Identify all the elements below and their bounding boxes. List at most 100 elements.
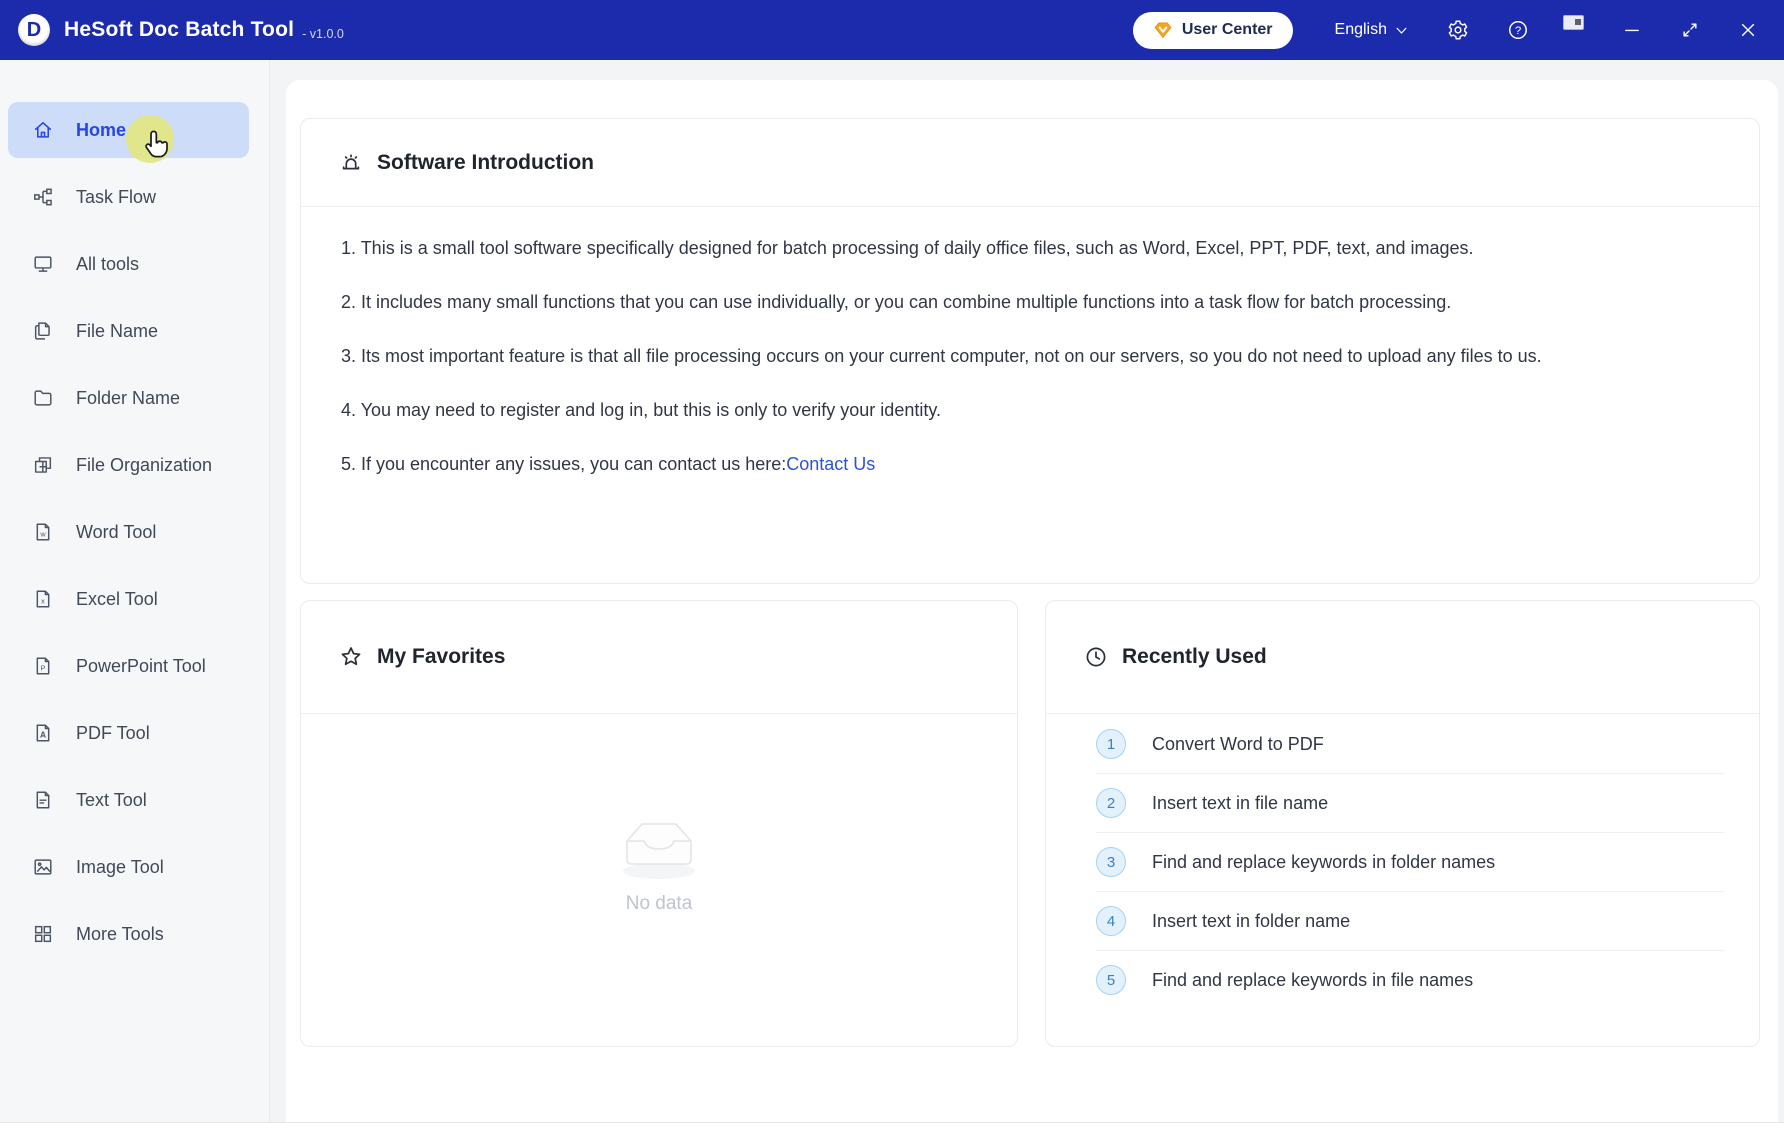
intro-paragraph: 4. You may need to register and log in, … bbox=[341, 395, 1719, 425]
sidebar-item-home[interactable]: Home bbox=[8, 102, 249, 158]
svg-text:P: P bbox=[41, 664, 46, 673]
recent-item-label: Insert text in file name bbox=[1152, 793, 1328, 814]
window-bottom-edge bbox=[0, 1122, 1784, 1131]
logo-letter: D bbox=[27, 19, 41, 42]
sidebar-item-label: Text Tool bbox=[76, 790, 147, 811]
svg-text:?: ? bbox=[1515, 25, 1521, 37]
recent-item-label: Insert text in folder name bbox=[1152, 911, 1350, 932]
sidebar-item-label: File Name bbox=[76, 321, 158, 342]
empty-box-icon bbox=[603, 807, 715, 885]
recent-item-label: Convert Word to PDF bbox=[1152, 734, 1324, 755]
svg-text:x: x bbox=[41, 597, 45, 606]
titlebar: D HeSoft Doc Batch Tool - v1.0.0 User Ce… bbox=[0, 0, 1784, 60]
software-introduction-body: 1. This is a small tool software specifi… bbox=[301, 207, 1759, 479]
all-tools-icon bbox=[32, 253, 54, 275]
sidebar-item-label: PDF Tool bbox=[76, 723, 150, 744]
app-logo-icon: D bbox=[18, 14, 50, 46]
no-data-text: No data bbox=[626, 893, 693, 915]
app-window: D HeSoft Doc Batch Tool - v1.0.0 User Ce… bbox=[0, 0, 1784, 1131]
settings-button[interactable] bbox=[1447, 19, 1469, 41]
my-favorites-header: My Favorites bbox=[301, 601, 1017, 714]
card-title: Recently Used bbox=[1122, 645, 1267, 669]
recent-item[interactable]: 1 Convert Word to PDF bbox=[1096, 715, 1725, 774]
sidebar-item-label: Image Tool bbox=[76, 857, 164, 878]
close-button[interactable] bbox=[1738, 20, 1758, 40]
image-tool-icon bbox=[32, 856, 54, 878]
help-button[interactable]: ? bbox=[1507, 19, 1529, 41]
clock-icon bbox=[1084, 645, 1108, 669]
card-title: My Favorites bbox=[377, 645, 505, 669]
powerpoint-tool-icon: P bbox=[32, 655, 54, 677]
folder-name-icon bbox=[32, 387, 54, 409]
software-introduction-card: Software Introduction 1. This is a small… bbox=[300, 118, 1760, 584]
sidebar-item-powerpoint-tool[interactable]: P PowerPoint Tool bbox=[8, 638, 249, 694]
resize-button[interactable] bbox=[1680, 20, 1700, 40]
text-tool-icon bbox=[32, 789, 54, 811]
svg-text:w: w bbox=[39, 530, 46, 539]
pdf-tool-icon bbox=[32, 722, 54, 744]
intro-paragraph: 5. If you encounter any issues, you can … bbox=[341, 449, 1719, 479]
sidebar-item-label: File Organization bbox=[76, 455, 212, 476]
sidebar-item-image-tool[interactable]: Image Tool bbox=[8, 839, 249, 895]
recent-item[interactable]: 3 Find and replace keywords in folder na… bbox=[1096, 833, 1725, 892]
siren-icon bbox=[339, 151, 363, 175]
software-introduction-header: Software Introduction bbox=[301, 119, 1759, 207]
recent-item[interactable]: 5 Find and replace keywords in file name… bbox=[1096, 951, 1725, 1009]
sidebar-item-label: Excel Tool bbox=[76, 589, 158, 610]
sidebar-item-folder-name[interactable]: Folder Name bbox=[8, 370, 249, 426]
sidebar-item-label: Task Flow bbox=[76, 187, 156, 208]
sidebar-item-label: Home bbox=[76, 120, 126, 141]
intro-paragraph: 2. It includes many small functions that… bbox=[341, 287, 1719, 317]
intro-paragraph-text: 5. If you encounter any issues, you can … bbox=[341, 454, 786, 474]
sidebar-item-excel-tool[interactable]: x Excel Tool bbox=[8, 571, 249, 627]
content-panel: Software Introduction 1. This is a small… bbox=[286, 80, 1778, 1123]
recent-item-label: Find and replace keywords in file names bbox=[1152, 970, 1473, 991]
task-flow-icon bbox=[32, 186, 54, 208]
my-favorites-empty-state: No data bbox=[301, 714, 1017, 1049]
minimize-icon bbox=[1622, 20, 1642, 40]
sidebar-item-file-organization[interactable]: File Organization bbox=[8, 437, 249, 493]
ime-indicator-icon[interactable] bbox=[1563, 15, 1584, 30]
sidebar-item-pdf-tool[interactable]: PDF Tool bbox=[8, 705, 249, 761]
gem-icon bbox=[1153, 20, 1173, 40]
file-name-icon bbox=[32, 320, 54, 342]
sidebar-item-label: More Tools bbox=[76, 924, 164, 945]
minimize-button[interactable] bbox=[1622, 20, 1642, 40]
sidebar-item-label: PowerPoint Tool bbox=[76, 656, 206, 677]
recent-item-badge: 5 bbox=[1096, 965, 1126, 995]
sidebar-item-task-flow[interactable]: Task Flow bbox=[8, 169, 249, 225]
sidebar-item-all-tools[interactable]: All tools bbox=[8, 236, 249, 292]
sidebar-item-text-tool[interactable]: Text Tool bbox=[8, 772, 249, 828]
language-label: English bbox=[1335, 21, 1387, 39]
file-organization-icon bbox=[32, 454, 54, 476]
recent-item[interactable]: 4 Insert text in folder name bbox=[1096, 892, 1725, 951]
sidebar-item-label: Word Tool bbox=[76, 522, 156, 543]
resize-icon bbox=[1680, 20, 1700, 40]
app-version: - v1.0.0 bbox=[302, 27, 344, 41]
recent-item-badge: 3 bbox=[1096, 847, 1126, 877]
recent-item[interactable]: 2 Insert text in file name bbox=[1096, 774, 1725, 833]
main-area: Software Introduction 1. This is a small… bbox=[270, 60, 1784, 1123]
recent-item-badge: 1 bbox=[1096, 729, 1126, 759]
sidebar-item-label: Folder Name bbox=[76, 388, 180, 409]
intro-paragraph: 3. Its most important feature is that al… bbox=[341, 341, 1719, 371]
user-center-button[interactable]: User Center bbox=[1133, 12, 1293, 49]
card-title: Software Introduction bbox=[377, 151, 594, 175]
brand: D HeSoft Doc Batch Tool - v1.0.0 bbox=[18, 14, 344, 46]
recently-used-card: Recently Used 1 Convert Word to PDF 2 In… bbox=[1045, 600, 1760, 1047]
sidebar-item-word-tool[interactable]: w Word Tool bbox=[8, 504, 249, 560]
sidebar-item-file-name[interactable]: File Name bbox=[8, 303, 249, 359]
close-icon bbox=[1738, 20, 1758, 40]
recent-item-badge: 4 bbox=[1096, 906, 1126, 936]
titlebar-actions: User Center English ? bbox=[1133, 12, 1758, 49]
recent-item-label: Find and replace keywords in folder name… bbox=[1152, 852, 1495, 873]
recently-used-list: 1 Convert Word to PDF 2 Insert text in f… bbox=[1046, 714, 1759, 1009]
user-center-label: User Center bbox=[1182, 21, 1273, 39]
language-selector[interactable]: English bbox=[1335, 21, 1409, 39]
home-icon bbox=[32, 119, 54, 141]
more-tools-icon bbox=[32, 923, 54, 945]
sidebar-item-more-tools[interactable]: More Tools bbox=[8, 906, 249, 962]
gear-icon bbox=[1447, 19, 1469, 41]
sidebar: Home Task Flow All too bbox=[0, 60, 270, 1123]
contact-us-link[interactable]: Contact Us bbox=[786, 454, 875, 474]
